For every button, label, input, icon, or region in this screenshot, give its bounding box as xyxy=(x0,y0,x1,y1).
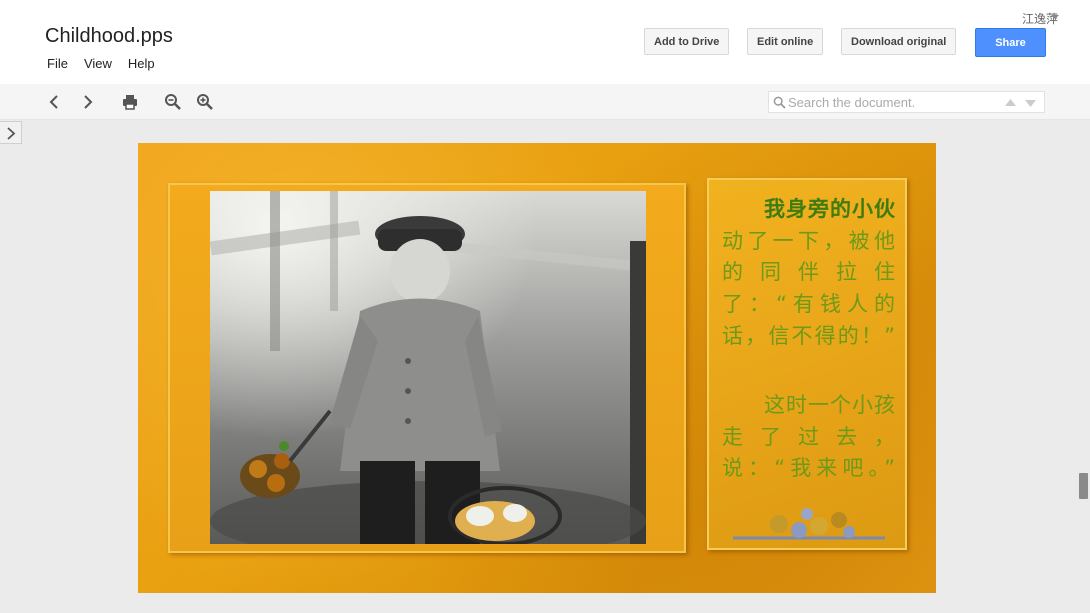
document-title: Childhood.pps xyxy=(45,25,173,47)
zoom-out-icon[interactable] xyxy=(163,92,183,112)
menu-view[interactable]: View xyxy=(84,56,112,71)
menu-bar: File View Help xyxy=(47,56,171,71)
search-previous-icon[interactable] xyxy=(1005,99,1016,106)
story-text-box: 我身旁的小伙动了一下，被他的同伴拉住了：“有钱人的话，信不得的！” 这时一个小孩… xyxy=(707,178,907,550)
scrollbar-thumb[interactable] xyxy=(1079,473,1088,499)
search-next-icon[interactable] xyxy=(1025,100,1036,107)
chevron-right-icon xyxy=(7,127,16,140)
print-icon[interactable] xyxy=(120,92,140,112)
share-button[interactable]: Share xyxy=(975,28,1046,57)
slide-page: 我身旁的小伙动了一下，被他的同伴拉住了：“有钱人的话，信不得的！” 这时一个小孩… xyxy=(138,143,936,593)
boy-photo xyxy=(210,191,646,544)
download-original-button[interactable]: Download original xyxy=(841,28,957,55)
story-paragraph-1-text: 动了一下，被他的同伴拉住了：“有钱人的话，信不得的！” xyxy=(722,228,896,348)
account-dropdown-icon[interactable] xyxy=(1051,15,1059,19)
photo-frame xyxy=(168,183,686,553)
story-paragraph-1-emphasis: 我身旁的小伙 xyxy=(764,197,896,221)
story-paragraph-2: 这时一个小孩走了过去，说：“我来吧。” xyxy=(722,393,896,481)
next-page-icon[interactable] xyxy=(77,92,97,112)
flower-ornament xyxy=(733,508,885,540)
previous-page-icon[interactable] xyxy=(45,92,65,112)
top-bar: Childhood.pps File View Help 江逸萍 Add to … xyxy=(0,0,1090,84)
sidebar-toggle-button[interactable] xyxy=(0,121,22,144)
zoom-in-icon[interactable] xyxy=(195,92,215,112)
add-to-drive-button[interactable]: Add to Drive xyxy=(644,28,730,55)
menu-file[interactable]: File xyxy=(47,56,68,71)
search-icon xyxy=(773,96,786,109)
edit-online-button[interactable]: Edit online xyxy=(747,28,824,55)
story-paragraph-1: 我身旁的小伙动了一下，被他的同伴拉住了：“有钱人的话，信不得的！” xyxy=(722,194,896,353)
menu-help[interactable]: Help xyxy=(128,56,155,71)
search-box xyxy=(768,91,1045,113)
search-input[interactable] xyxy=(788,94,998,110)
